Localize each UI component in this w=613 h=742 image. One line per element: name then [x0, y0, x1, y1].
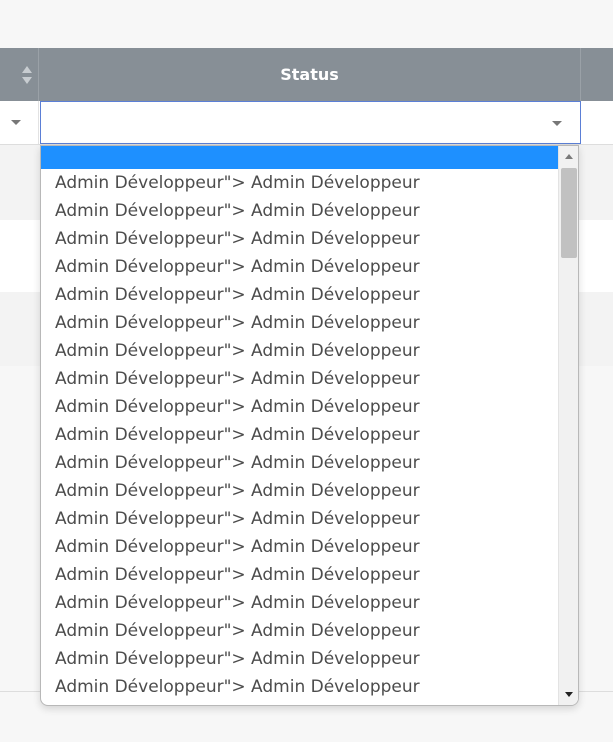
dropdown-option[interactable]: Admin Développeur"> Admin Développeur [41, 561, 559, 589]
status-options-list[interactable]: Admin Développeur"> Admin Développeur Ad… [41, 146, 559, 705]
chevron-down-icon[interactable] [565, 692, 573, 697]
dropdown-option[interactable]: Admin Développeur"> Admin Développeur [41, 533, 559, 561]
status-column-header-label: Status [280, 65, 339, 84]
dropdown-option[interactable]: Admin Développeur"> Admin Développeur [41, 449, 559, 477]
dropdown-option[interactable]: Admin Développeur"> Admin Développeur [41, 421, 559, 449]
dropdown-option[interactable]: Admin Développeur"> Admin Développeur [41, 253, 559, 281]
dropdown-option[interactable]: Admin Développeur"> Admin Développeur [41, 505, 559, 533]
chevron-down-icon[interactable] [552, 121, 562, 126]
dropdown-option[interactable]: Admin Développeur"> Admin Développeur [41, 281, 559, 309]
dropdown-option[interactable]: Admin Développeur"> Admin Développeur [41, 337, 559, 365]
left-filter-select[interactable] [0, 101, 39, 144]
dropdown-option[interactable]: Admin Développeur"> Admin Développeur [41, 673, 559, 701]
status-column-header[interactable]: Status [39, 48, 581, 101]
dropdown-option[interactable]: Admin Développeur"> Admin Développeur [41, 169, 559, 197]
dropdown-option[interactable]: Admin Développeur"> Admin Développeur [41, 645, 559, 673]
dropdown-scrollbar[interactable] [558, 146, 578, 705]
scrollbar-thumb[interactable] [561, 168, 577, 258]
status-dropdown-menu[interactable]: Admin Développeur"> Admin Développeur Ad… [40, 145, 579, 706]
dropdown-option[interactable]: Admin Développeur"> Admin Développeur [41, 365, 559, 393]
dropdown-option[interactable]: Admin Développeur"> Admin Développeur [41, 589, 559, 617]
chevron-down-icon[interactable] [11, 120, 21, 125]
table-header-row: Status [0, 48, 613, 101]
table-filter-screen: Status Admin Développeur"> Admin Dévelop… [0, 0, 613, 742]
header-cell-left[interactable] [0, 48, 39, 101]
dropdown-option[interactable]: Admin Développeur"> Admin Développeur [41, 393, 559, 421]
dropdown-option[interactable]: Admin Développeur"> Admin Développeur [41, 225, 559, 253]
dropdown-option[interactable]: Admin Développeur"> Admin Développeur [41, 309, 559, 337]
status-filter-select[interactable] [40, 101, 581, 144]
dropdown-option[interactable]: Admin Développeur"> Admin Développeur [41, 477, 559, 505]
filter-row [0, 101, 613, 145]
dropdown-option[interactable]: Admin Développeur"> Admin Développeur [41, 197, 559, 225]
dropdown-option[interactable]: Admin Développeur"> Admin Développeur [41, 617, 559, 645]
sort-icon[interactable] [20, 65, 34, 85]
dropdown-option-empty[interactable] [41, 146, 559, 169]
chevron-up-icon[interactable] [565, 154, 573, 159]
